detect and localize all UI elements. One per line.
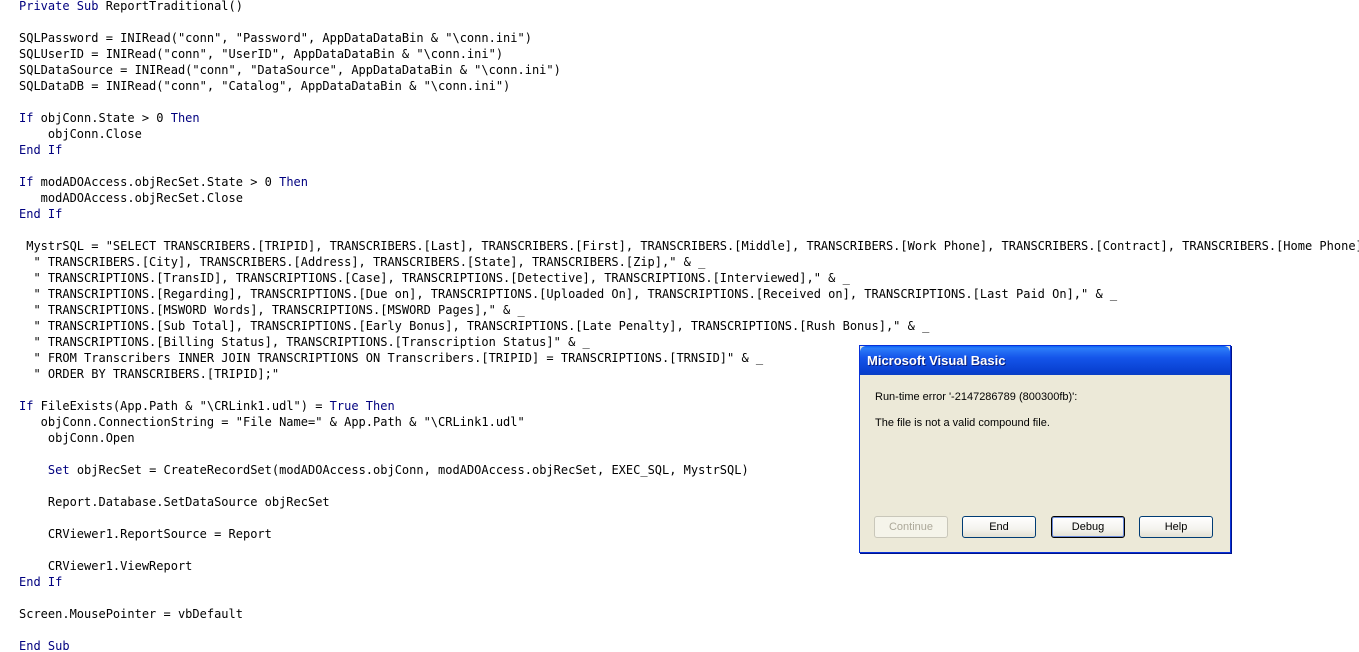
code-line[interactable] — [19, 94, 1359, 110]
code-line[interactable]: " TRANSCRIPTIONS.[Sub Total], TRANSCRIPT… — [19, 318, 1359, 334]
code-editor[interactable]: Private Sub ReportTraditional() SQLPasswo… — [0, 0, 1359, 652]
code-text: " TRANSCRIBERS.[City], TRANSCRIBERS.[Add… — [19, 255, 706, 269]
code-text: Screen.MousePointer = vbDefault — [19, 607, 243, 621]
code-line[interactable]: End If — [19, 574, 1359, 590]
code-line[interactable]: " TRANSCRIPTIONS.[TransID], TRANSCRIPTIO… — [19, 270, 1359, 286]
code-text: modADOAccess.objRecSet.Close — [19, 191, 243, 205]
debug-button[interactable]: Debug — [1051, 516, 1125, 538]
code-line[interactable]: End If — [19, 206, 1359, 222]
code-line[interactable]: objConn.Close — [19, 126, 1359, 142]
code-line[interactable]: modADOAccess.objRecSet.Close — [19, 190, 1359, 206]
code-line[interactable] — [19, 222, 1359, 238]
code-text: FileExists(App.Path & "\CRLink1.udl") = — [33, 399, 330, 413]
code-keyword: End If — [19, 143, 63, 157]
code-line[interactable]: SQLPassword = INIRead("conn", "Password"… — [19, 30, 1359, 46]
code-text: " TRANSCRIPTIONS.[Billing Status], TRANS… — [19, 335, 590, 349]
code-line[interactable]: If objConn.State > 0 Then — [19, 110, 1359, 126]
code-text: SQLUserID = INIRead("conn", "UserID", Ap… — [19, 47, 504, 61]
code-line[interactable] — [19, 590, 1359, 606]
code-keyword: Private Sub — [19, 0, 99, 13]
code-text: SQLDataSource = INIRead("conn", "DataSou… — [19, 63, 561, 77]
code-keyword: True Then — [329, 399, 395, 413]
end-button[interactable]: End — [962, 516, 1036, 538]
code-text: SQLDataDB = INIRead("conn", "Catalog", A… — [19, 79, 511, 93]
code-keyword: End If — [19, 207, 63, 221]
help-button[interactable]: Help — [1139, 516, 1213, 538]
code-text: objRecSet = CreateRecordSet(modADOAccess… — [69, 463, 749, 477]
code-keyword: If — [19, 175, 34, 189]
code-keyword: End Sub — [19, 639, 70, 652]
code-text: " TRANSCRIPTIONS.[MSWORD Words], TRANSCR… — [19, 303, 525, 317]
error-message-text: The file is not a valid compound file. — [875, 417, 1050, 429]
code-text: Report.Database.SetDataSource objRecSet — [19, 495, 330, 509]
code-keyword: Set — [47, 463, 70, 477]
code-keyword: End If — [19, 575, 63, 589]
code-text: CRViewer1.ViewReport — [19, 559, 193, 573]
code-keyword: If — [19, 111, 34, 125]
code-text: ReportTraditional() — [98, 0, 243, 13]
code-lines: Private Sub ReportTraditional() SQLPasswo… — [19, 0, 1359, 652]
code-line[interactable]: MystrSQL = "SELECT TRANSCRIBERS.[TRIPID]… — [19, 238, 1359, 254]
code-text: modADOAccess.objRecSet.State > 0 — [33, 175, 280, 189]
code-keyword: Then — [279, 175, 308, 189]
code-line[interactable] — [19, 158, 1359, 174]
code-line[interactable]: " TRANSCRIBERS.[City], TRANSCRIBERS.[Add… — [19, 254, 1359, 270]
code-text: " TRANSCRIPTIONS.[Sub Total], TRANSCRIPT… — [19, 319, 930, 333]
code-line[interactable]: Private Sub ReportTraditional() — [19, 0, 1359, 14]
error-code-text: Run-time error '-2147286789 (800300fb)': — [875, 391, 1078, 403]
code-text: " TRANSCRIPTIONS.[Regarding], TRANSCRIPT… — [19, 287, 1118, 301]
code-text: " TRANSCRIPTIONS.[TransID], TRANSCRIPTIO… — [19, 271, 850, 285]
code-line[interactable] — [19, 622, 1359, 638]
code-text: objConn.State > 0 — [33, 111, 171, 125]
code-line[interactable]: SQLDataDB = INIRead("conn", "Catalog", A… — [19, 78, 1359, 94]
code-text: " ORDER BY TRANSCRIBERS.[TRIPID];" — [19, 367, 280, 381]
code-text: objConn.ConnectionString = "File Name=" … — [19, 415, 525, 429]
code-text: objConn.Close — [19, 127, 142, 141]
code-text: SQLPassword = INIRead("conn", "Password"… — [19, 31, 532, 45]
dialog-title: Microsoft Visual Basic — [867, 353, 1006, 368]
code-text: " FROM Transcribers INNER JOIN TRANSCRIP… — [19, 351, 764, 365]
code-keyword: Then — [170, 111, 200, 125]
code-line[interactable]: Screen.MousePointer = vbDefault — [19, 606, 1359, 622]
code-line[interactable]: SQLUserID = INIRead("conn", "UserID", Ap… — [19, 46, 1359, 62]
code-text: MystrSQL = "SELECT TRANSCRIBERS.[TRIPID]… — [19, 239, 1359, 253]
code-text: objConn.Open — [19, 431, 135, 445]
code-line[interactable]: " TRANSCRIPTIONS.[Regarding], TRANSCRIPT… — [19, 286, 1359, 302]
code-line[interactable] — [19, 14, 1359, 30]
code-line[interactable]: If modADOAccess.objRecSet.State > 0 Then — [19, 174, 1359, 190]
code-text: CRViewer1.ReportSource = Report — [19, 527, 272, 541]
dialog-titlebar[interactable]: Microsoft Visual Basic — [860, 346, 1230, 375]
dialog-body: Run-time error '-2147286789 (800300fb)':… — [863, 375, 1227, 549]
code-keyword: If — [19, 399, 34, 413]
code-line[interactable]: End Sub — [19, 638, 1359, 652]
code-line[interactable]: End If — [19, 142, 1359, 158]
code-line[interactable]: CRViewer1.ViewReport — [19, 558, 1359, 574]
code-line[interactable]: " TRANSCRIPTIONS.[MSWORD Words], TRANSCR… — [19, 302, 1359, 318]
continue-button[interactable]: Continue — [874, 516, 948, 538]
margin-indicator-bar[interactable] — [0, 0, 1, 652]
error-dialog: Microsoft Visual Basic Run-time error '-… — [859, 345, 1231, 553]
code-line[interactable]: SQLDataSource = INIRead("conn", "DataSou… — [19, 62, 1359, 78]
